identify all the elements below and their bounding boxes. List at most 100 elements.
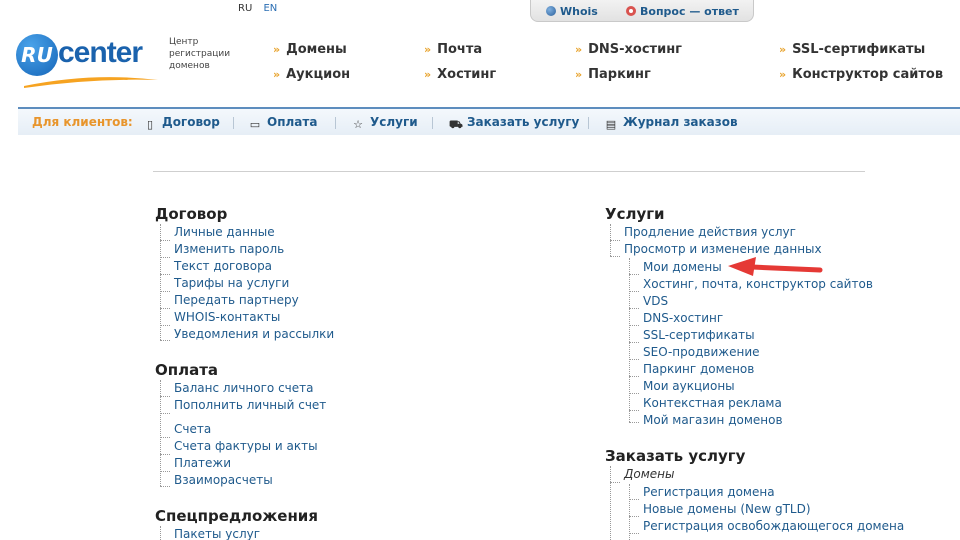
chevron-right-icon: » — [575, 43, 583, 56]
tree-branch — [160, 454, 170, 455]
link-dns-hosting[interactable]: DNS-хостинг — [643, 311, 723, 325]
tree-line — [629, 258, 630, 422]
nav-hosting[interactable]: » Хостинг — [424, 67, 496, 82]
link-balance[interactable]: Баланс личного счета — [174, 381, 314, 395]
tree-branch — [629, 516, 639, 517]
client-contract-link[interactable]: ▯ Договор — [144, 115, 220, 131]
client-link-label: Услуги — [370, 115, 418, 129]
link-contract-text[interactable]: Текст договора — [174, 259, 272, 273]
tagline-line: Центр — [169, 37, 199, 47]
client-order-link[interactable]: ⛟ Заказать услугу — [449, 115, 579, 131]
link-vds[interactable]: VDS — [643, 294, 668, 308]
link-settlements[interactable]: Взаиморасчеты — [174, 473, 273, 487]
tree-branch — [629, 325, 639, 326]
link-tariffs[interactable]: Тарифы на услуги — [174, 276, 289, 290]
tagline-line: регистрации — [169, 49, 231, 59]
nav-auction[interactable]: » Аукцион — [273, 67, 350, 82]
link-expiring-domain[interactable]: Регистрация освобождающегося домена — [643, 519, 904, 533]
nav-domains[interactable]: » Домены — [273, 42, 347, 57]
link-service-packages[interactable]: Пакеты услуг — [174, 527, 260, 540]
globe-icon — [546, 6, 556, 16]
link-my-auctions[interactable]: Мои аукционы — [643, 379, 735, 393]
tree-branch — [160, 413, 170, 414]
tree-branch — [629, 342, 639, 343]
section-title-contract: Договор — [155, 205, 228, 223]
nav-label: Конструктор сайтов — [792, 67, 944, 82]
tree-branch — [160, 437, 170, 438]
tree-branch — [629, 376, 639, 377]
tree-branch — [160, 340, 170, 341]
chevron-right-icon: » — [424, 68, 432, 81]
link-context-ads[interactable]: Контекстная реклама — [643, 396, 782, 410]
rucenter-logo[interactable]: RU center — [16, 32, 166, 94]
link-payments[interactable]: Платежи — [174, 456, 231, 470]
divider — [153, 171, 865, 172]
lang-ru[interactable]: RU — [238, 3, 252, 14]
nav-mail[interactable]: » Почта — [424, 42, 482, 57]
tree-branch — [610, 482, 620, 483]
tree-branch — [160, 291, 170, 292]
tree-branch — [629, 533, 639, 534]
lang-en[interactable]: EN — [263, 3, 277, 14]
client-orders-log-link[interactable]: ▤ Журнал заказов — [605, 115, 738, 131]
client-services-link[interactable]: ☆ Услуги — [352, 115, 418, 131]
link-top-up[interactable]: Пополнить личный счет — [174, 398, 326, 412]
chevron-right-icon: » — [779, 43, 787, 56]
section-title-services: Услуги — [605, 205, 665, 223]
nav-dns-hosting[interactable]: » DNS-хостинг — [575, 42, 682, 57]
tree-branch — [629, 393, 639, 394]
link-domain-shop[interactable]: Мой магазин доменов — [643, 413, 783, 427]
link-notifications[interactable]: Уведомления и рассылки — [174, 327, 334, 341]
nav-ssl[interactable]: » SSL-сертификаты — [779, 42, 925, 57]
link-domain-parking[interactable]: Паркинг доменов — [643, 362, 754, 376]
separator — [233, 117, 234, 129]
client-link-label: Журнал заказов — [623, 115, 738, 129]
link-invoice-acts[interactable]: Счета фактуры и акты — [174, 439, 318, 453]
link-renew-services[interactable]: Продление действия услуг — [624, 225, 796, 239]
link-register-domain[interactable]: Регистрация домена — [643, 485, 775, 499]
star-icon: ☆ — [353, 118, 363, 131]
whois-tab[interactable]: Whois — [546, 4, 598, 20]
journal-icon: ▤ — [605, 118, 617, 131]
logo-tagline: Центр регистрации доменов — [169, 36, 230, 72]
tree-branch — [629, 422, 639, 423]
tree-branch — [629, 274, 639, 275]
tree-branch — [610, 256, 620, 257]
link-my-domains[interactable]: Мои домены — [643, 260, 722, 274]
tree-branch — [160, 240, 170, 241]
link-transfer-partner[interactable]: Передать партнеру — [174, 293, 299, 307]
group-domains: Домены — [624, 467, 675, 481]
separator — [588, 117, 589, 129]
annotation-arrow-icon — [728, 257, 823, 276]
nav-label: Почта — [437, 42, 483, 57]
tree-line — [629, 484, 630, 540]
nav-parking[interactable]: » Паркинг — [575, 67, 651, 82]
logo-word: center — [58, 36, 143, 69]
top-tabs: Whois Вопрос — ответ — [530, 0, 760, 22]
link-view-edit-data[interactable]: Просмотр и изменение данных — [624, 242, 822, 256]
client-bar: Для клиентов: ▯ Договор ▭ Оплата ☆ Услуги ⛟… — [18, 107, 960, 135]
nav-site-builder[interactable]: » Конструктор сайтов — [779, 67, 943, 82]
tree-branch — [629, 308, 639, 309]
link-change-password[interactable]: Изменить пароль — [174, 242, 284, 256]
tagline-line: доменов — [169, 61, 210, 71]
whois-label: Whois — [560, 5, 598, 18]
link-personal-data[interactable]: Личные данные — [174, 225, 275, 239]
tree-branch — [160, 257, 170, 258]
client-payment-link[interactable]: ▭ Оплата — [249, 115, 318, 131]
tree-branch — [160, 486, 170, 487]
tree-branch — [160, 396, 170, 397]
section-title-special-offers: Спецпредложения — [155, 507, 318, 525]
chevron-right-icon: » — [273, 43, 281, 56]
link-ssl-certificates[interactable]: SSL-сертификаты — [643, 328, 755, 342]
tree-line — [160, 224, 161, 340]
nav-label: Аукцион — [286, 67, 351, 82]
link-invoices[interactable]: Счета — [174, 422, 211, 436]
link-whois-contacts[interactable]: WHOIS-контакты — [174, 310, 280, 324]
tree-branch — [629, 410, 639, 411]
qa-tab[interactable]: Вопрос — ответ — [626, 4, 739, 20]
logo-ball: RU — [16, 34, 58, 76]
link-seo[interactable]: SEO-продвижение — [643, 345, 760, 359]
separator — [432, 117, 433, 129]
link-new-gtld[interactable]: Новые домены (New gTLD) — [643, 502, 811, 516]
